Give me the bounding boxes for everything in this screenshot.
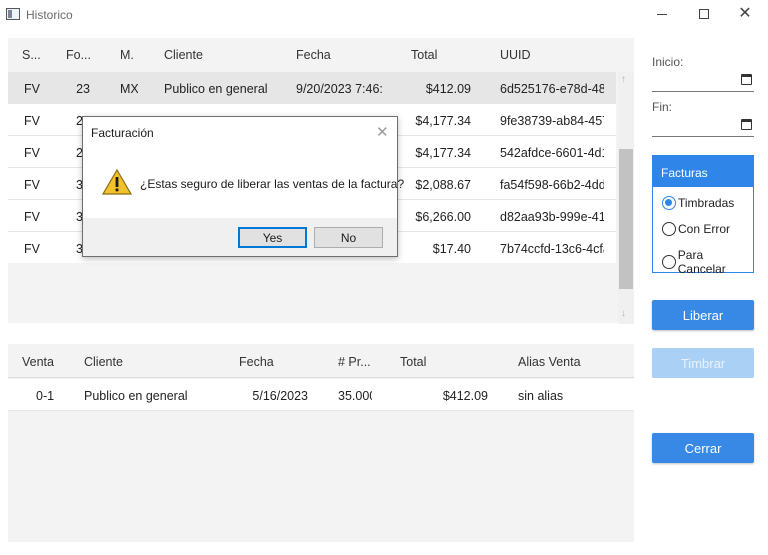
cell-serie: FV	[24, 114, 40, 128]
radio-con-error[interactable]: Con Error	[662, 222, 730, 236]
col-header-alias-venta[interactable]: Alias Venta	[518, 355, 618, 369]
grid-empty-area	[8, 263, 616, 323]
cell-fecha: 5/16/2023	[252, 389, 308, 403]
cell-total: $4,177.34	[415, 146, 471, 160]
close-window-button[interactable]: ✕	[723, 3, 767, 25]
cell-folio: 23	[76, 82, 90, 96]
radio-label: Con Error	[678, 222, 731, 236]
cell-alias-venta: sin alias	[518, 389, 564, 403]
col-header-folio[interactable]: Fo...	[66, 48, 102, 62]
scroll-up-icon[interactable]: ↑	[621, 74, 626, 85]
cell-total: $6,266.00	[415, 210, 471, 224]
cerrar-button[interactable]: Cerrar	[652, 433, 754, 463]
cell-serie: FV	[24, 210, 40, 224]
no-button[interactable]: No	[314, 227, 383, 248]
col-header-cliente[interactable]: Cliente	[84, 355, 204, 369]
facturas-groupbox: Facturas Timbradas Con Error Para Cancel…	[652, 155, 754, 276]
calendar-icon[interactable]	[741, 74, 752, 85]
calendar-icon[interactable]	[741, 119, 752, 130]
close-icon: ✕	[738, 5, 752, 22]
cell-total: $2,088.67	[415, 178, 471, 192]
radio-label: Para Cancelar	[677, 248, 726, 276]
dialog-message: ¿Estas seguro de liberar las ventas de l…	[140, 177, 405, 191]
cell-uuid: 6d525176-e78d-48	[500, 82, 604, 96]
col-header-fecha[interactable]: Fecha	[239, 355, 319, 369]
cell-uuid: 542afdce-6601-4d1	[500, 146, 604, 160]
radio-timbradas[interactable]: Timbradas	[662, 196, 734, 210]
col-header-uuid[interactable]: UUID	[500, 48, 600, 62]
warning-icon	[102, 169, 132, 195]
scrollbar-thumb[interactable]	[619, 149, 633, 289]
maximize-icon	[699, 9, 709, 19]
dialog-content: Facturación ✕ ¿Estas seguro de liberar l…	[83, 117, 404, 218]
ventas-grid: Venta Cliente Fecha # Pr... Total Alias …	[8, 344, 634, 542]
inicio-label: Inicio:	[652, 55, 684, 69]
dialog-title: Facturación	[91, 126, 154, 140]
cell-moneda: MX	[120, 82, 138, 96]
cell-serie: FV	[24, 82, 40, 96]
radio-checked-icon[interactable]	[662, 196, 676, 210]
maximize-button[interactable]	[682, 3, 726, 25]
table-row[interactable]: 0-1 Publico en general 5/16/2023 35.000 …	[8, 379, 634, 411]
cell-serie: FV	[24, 146, 40, 160]
minimize-icon	[657, 13, 667, 15]
table-row[interactable]: FV 23 MX Publico en general 9/20/2023 7:…	[8, 72, 616, 104]
scroll-down-icon[interactable]: ↓	[621, 308, 626, 319]
col-header-cliente[interactable]: Cliente	[164, 48, 284, 62]
cell-uuid: 7b74ccfd-13c6-4cfa	[500, 242, 604, 256]
ventas-grid-header: Venta Cliente Fecha # Pr... Total Alias …	[8, 344, 634, 378]
timbrar-button[interactable]: Timbrar	[652, 348, 754, 378]
col-header-venta[interactable]: Venta	[22, 355, 72, 369]
cell-uuid: fa54f598-66b2-4dd	[500, 178, 604, 192]
cell-uuid: 9fe38739-ab84-457	[500, 114, 604, 128]
fin-date-picker[interactable]	[652, 115, 754, 137]
confirm-dialog: Facturación ✕ ¿Estas seguro de liberar l…	[82, 116, 404, 257]
cell-total: $4,177.34	[415, 114, 471, 128]
minimize-button[interactable]	[640, 3, 684, 25]
col-header-moneda[interactable]: M.	[120, 48, 150, 62]
window-title: Historico	[26, 8, 73, 22]
cell-serie: FV	[24, 242, 40, 256]
cell-uuid: d82aa93b-999e-41	[500, 210, 604, 224]
cell-productos: 35.000	[338, 389, 372, 403]
cell-total: $17.40	[432, 242, 471, 256]
cell-serie: FV	[24, 178, 40, 192]
close-icon[interactable]: ✕	[376, 123, 389, 141]
col-header-fecha[interactable]: Fecha	[296, 48, 396, 62]
cell-fecha: 9/20/2023 7:46:4	[296, 82, 382, 96]
fin-label: Fin:	[652, 100, 673, 114]
col-header-total[interactable]: Total	[411, 48, 481, 62]
radio-unchecked-icon[interactable]	[662, 222, 676, 236]
cell-venta: 0-1	[36, 389, 55, 403]
liberar-button[interactable]: Liberar	[652, 300, 754, 330]
yes-button[interactable]: Yes	[238, 227, 307, 248]
cell-cliente: Publico en general	[164, 82, 268, 96]
title-bar: Historico ✕	[0, 0, 768, 30]
radio-para-cancelar[interactable]: Para Cancelar	[662, 248, 753, 276]
radio-unchecked-icon[interactable]	[662, 255, 676, 269]
app-window-icon	[6, 8, 20, 20]
col-header-serie[interactable]: S...	[22, 48, 52, 62]
col-header-total[interactable]: Total	[400, 355, 470, 369]
cell-total: $412.09	[442, 389, 488, 403]
col-header-productos[interactable]: # Pr...	[338, 355, 388, 369]
facturas-grid-header: S... Fo... M. Cliente Fecha Total UUID	[8, 38, 616, 71]
groupbox-title: Facturas	[653, 156, 753, 187]
inicio-date-picker[interactable]	[652, 70, 754, 92]
facturas-vertical-scrollbar[interactable]: ↑ ↓	[618, 72, 634, 324]
radio-label: Timbradas	[678, 196, 735, 210]
cell-total: $412.09	[425, 82, 471, 96]
cell-cliente: Publico en general	[84, 389, 188, 403]
